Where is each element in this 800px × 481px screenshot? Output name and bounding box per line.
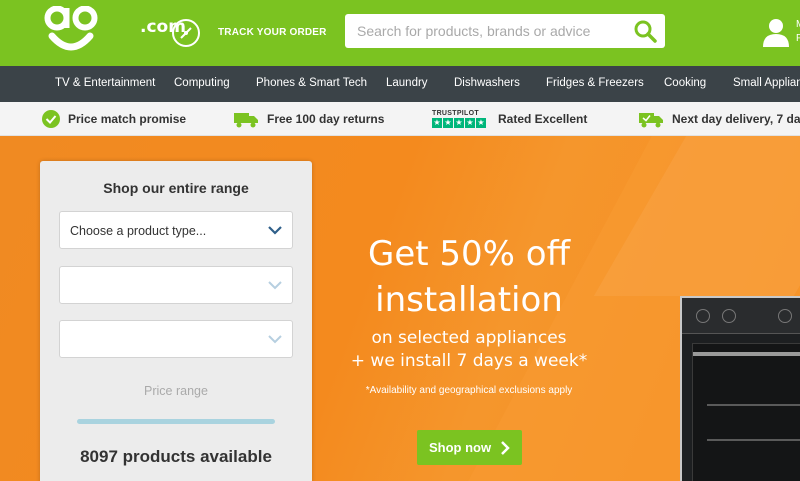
usp-returns-label: Free 100 day returns bbox=[267, 112, 385, 126]
star-icon: ★ bbox=[443, 118, 453, 128]
trustpilot-stars: ★ ★ ★ ★ ★ bbox=[432, 118, 486, 128]
usp-delivery-label: Next day delivery, 7 day bbox=[672, 112, 800, 126]
oven-knob bbox=[696, 309, 710, 323]
shop-now-button[interactable]: Shop now bbox=[417, 430, 522, 465]
shop-now-label: Shop now bbox=[429, 440, 492, 455]
chevron-down-icon bbox=[268, 335, 282, 344]
account-icon[interactable] bbox=[760, 16, 792, 48]
usp-price-match[interactable]: Price match promise bbox=[42, 102, 186, 136]
hero-note: *Availability and geographical exclusion… bbox=[365, 385, 573, 396]
usp-delivery[interactable]: Next day delivery, 7 day bbox=[638, 102, 800, 136]
track-order-link[interactable]: TRACK YOUR ORDER bbox=[170, 17, 326, 49]
search-icon[interactable] bbox=[633, 19, 657, 43]
price-range-slider[interactable] bbox=[77, 419, 275, 424]
nav-item-small-appliances[interactable]: Small Applianc bbox=[733, 77, 800, 89]
oven-knob bbox=[722, 309, 736, 323]
price-range-label: Price range bbox=[144, 384, 208, 398]
brand-select[interactable] bbox=[59, 266, 293, 304]
usp-rated-label: Rated Excellent bbox=[498, 112, 588, 126]
chevron-down-icon bbox=[268, 226, 282, 235]
check-circle-icon bbox=[42, 110, 60, 128]
delivery-truck-icon bbox=[639, 113, 663, 128]
products-available-count: 8097 products available bbox=[80, 447, 272, 466]
sub-type-select[interactable] bbox=[59, 320, 293, 358]
star-icon: ★ bbox=[432, 118, 442, 128]
usp-price-match-label: Price match promise bbox=[68, 112, 187, 126]
star-icon: ★ bbox=[454, 118, 464, 128]
star-icon: ★ bbox=[465, 118, 475, 128]
compass-icon bbox=[172, 19, 200, 47]
nav-item-cooking[interactable]: Cooking bbox=[664, 77, 706, 89]
chevron-down-icon bbox=[268, 281, 282, 290]
account-text[interactable]: M P bbox=[796, 18, 800, 46]
oven-rack bbox=[707, 404, 800, 406]
search-input[interactable] bbox=[345, 14, 630, 48]
oven-door bbox=[692, 343, 800, 481]
oven-handle bbox=[693, 352, 800, 356]
trustpilot-name: TRUSTPILOT bbox=[432, 110, 479, 117]
nav-item-laundry[interactable]: Laundry bbox=[386, 77, 428, 89]
hero-headline-line-1: Get 50% off bbox=[367, 234, 570, 274]
ao-logo-mark bbox=[44, 5, 98, 51]
star-icon: ★ bbox=[476, 118, 486, 128]
nav-item-phones[interactable]: Phones & Smart Tech bbox=[256, 77, 367, 89]
oven-rack bbox=[707, 439, 800, 441]
usp-bar: Price match promise Free 100 day returns… bbox=[0, 102, 800, 136]
nav-item-computing[interactable]: Computing bbox=[174, 77, 230, 89]
product-finder-title: Shop our entire range bbox=[103, 180, 249, 196]
nav-item-fridges[interactable]: Fridges & Freezers bbox=[546, 77, 644, 89]
product-type-select[interactable]: Choose a product type... bbox=[59, 211, 293, 249]
search-box bbox=[345, 14, 665, 48]
oven-knob bbox=[778, 309, 792, 323]
track-order-label: TRACK YOUR ORDER bbox=[218, 27, 327, 38]
hero-headline-line-2: installation bbox=[375, 280, 563, 320]
product-finder-panel: Shop our entire range Choose a product t… bbox=[40, 161, 312, 481]
oven-control-panel bbox=[682, 298, 800, 334]
hero-banner: Shop our entire range Choose a product t… bbox=[0, 136, 800, 481]
oven-product-image bbox=[680, 296, 800, 481]
hero-subline-1: on selected appliances bbox=[371, 328, 567, 348]
nav-item-tv[interactable]: TV & Entertainment bbox=[55, 77, 155, 89]
truck-icon bbox=[234, 113, 258, 128]
account-line-1: M bbox=[796, 18, 800, 32]
account-line-2: P bbox=[796, 33, 800, 44]
hero-subline-2: + we install 7 days a week* bbox=[350, 351, 588, 371]
usp-returns[interactable]: Free 100 day returns bbox=[233, 102, 384, 136]
trustpilot-logo: TRUSTPILOT ★ ★ ★ ★ ★ bbox=[432, 110, 486, 128]
chevron-right-icon bbox=[501, 441, 510, 455]
nav-item-dishwashers[interactable]: Dishwashers bbox=[454, 77, 520, 89]
usp-trustpilot[interactable]: TRUSTPILOT ★ ★ ★ ★ ★ Rated Excellent bbox=[432, 102, 587, 136]
product-type-value: Choose a product type... bbox=[70, 224, 207, 238]
category-nav: TV & Entertainment Computing Phones & Sm… bbox=[0, 66, 800, 102]
ao-logo[interactable]: .com bbox=[44, 5, 186, 60]
site-header: .com TRACK YOUR ORDER M P bbox=[0, 0, 800, 66]
